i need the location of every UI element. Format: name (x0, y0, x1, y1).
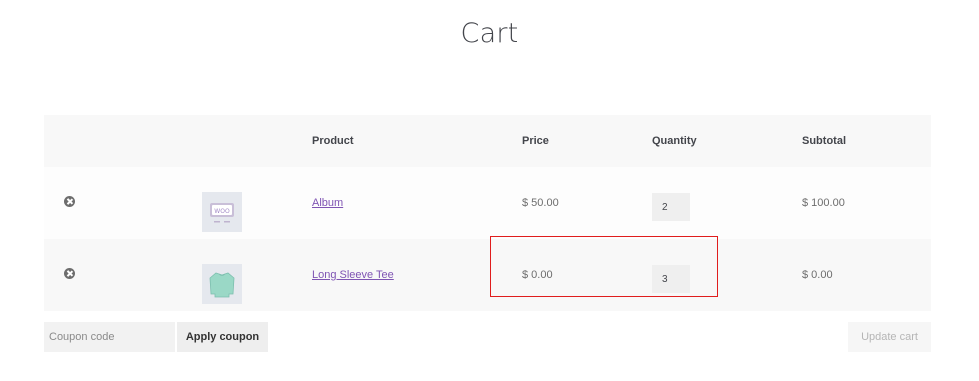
remove-item-icon[interactable] (64, 196, 75, 207)
header-price: Price (522, 115, 652, 167)
table-row: Long Sleeve Tee $ 0.00 $ 0.00 (44, 239, 931, 311)
apply-coupon-button[interactable]: Apply coupon (177, 322, 268, 352)
album-thumbnail-graphic: WOO (210, 202, 234, 222)
svg-text:WOO: WOO (214, 208, 230, 215)
table-row: WOO Album $ 50.00 $ 100.00 (44, 167, 931, 239)
subtotal-cell: $ 0.00 (802, 239, 931, 311)
product-link[interactable]: Long Sleeve Tee (312, 269, 394, 281)
album-thumbnail[interactable]: WOO (202, 191, 242, 232)
update-cart-button[interactable]: Update cart (848, 322, 931, 352)
long-sleeve-tee-thumbnail[interactable] (202, 263, 242, 304)
cart-table: Product Price Quantity Subtotal WOO Albu… (44, 115, 931, 311)
subtotal-cell: $ 100.00 (802, 167, 931, 239)
quantity-input[interactable] (652, 265, 690, 293)
page-title: Cart (460, 18, 519, 49)
long-sleeve-tee-graphic (209, 272, 235, 297)
header-quantity: Quantity (652, 115, 802, 167)
header-remove (44, 115, 201, 167)
header-subtotal: Subtotal (802, 115, 931, 167)
remove-item-icon[interactable] (64, 268, 75, 279)
table-header-row: Product Price Quantity Subtotal (44, 115, 931, 167)
price-cell: $ 0.00 (522, 239, 652, 311)
header-product: Product (312, 115, 522, 167)
price-cell: $ 50.00 (522, 167, 652, 239)
coupon-code-input[interactable] (44, 322, 175, 352)
header-thumbnail (201, 115, 312, 167)
quantity-input[interactable] (652, 193, 690, 221)
product-link[interactable]: Album (312, 197, 343, 209)
